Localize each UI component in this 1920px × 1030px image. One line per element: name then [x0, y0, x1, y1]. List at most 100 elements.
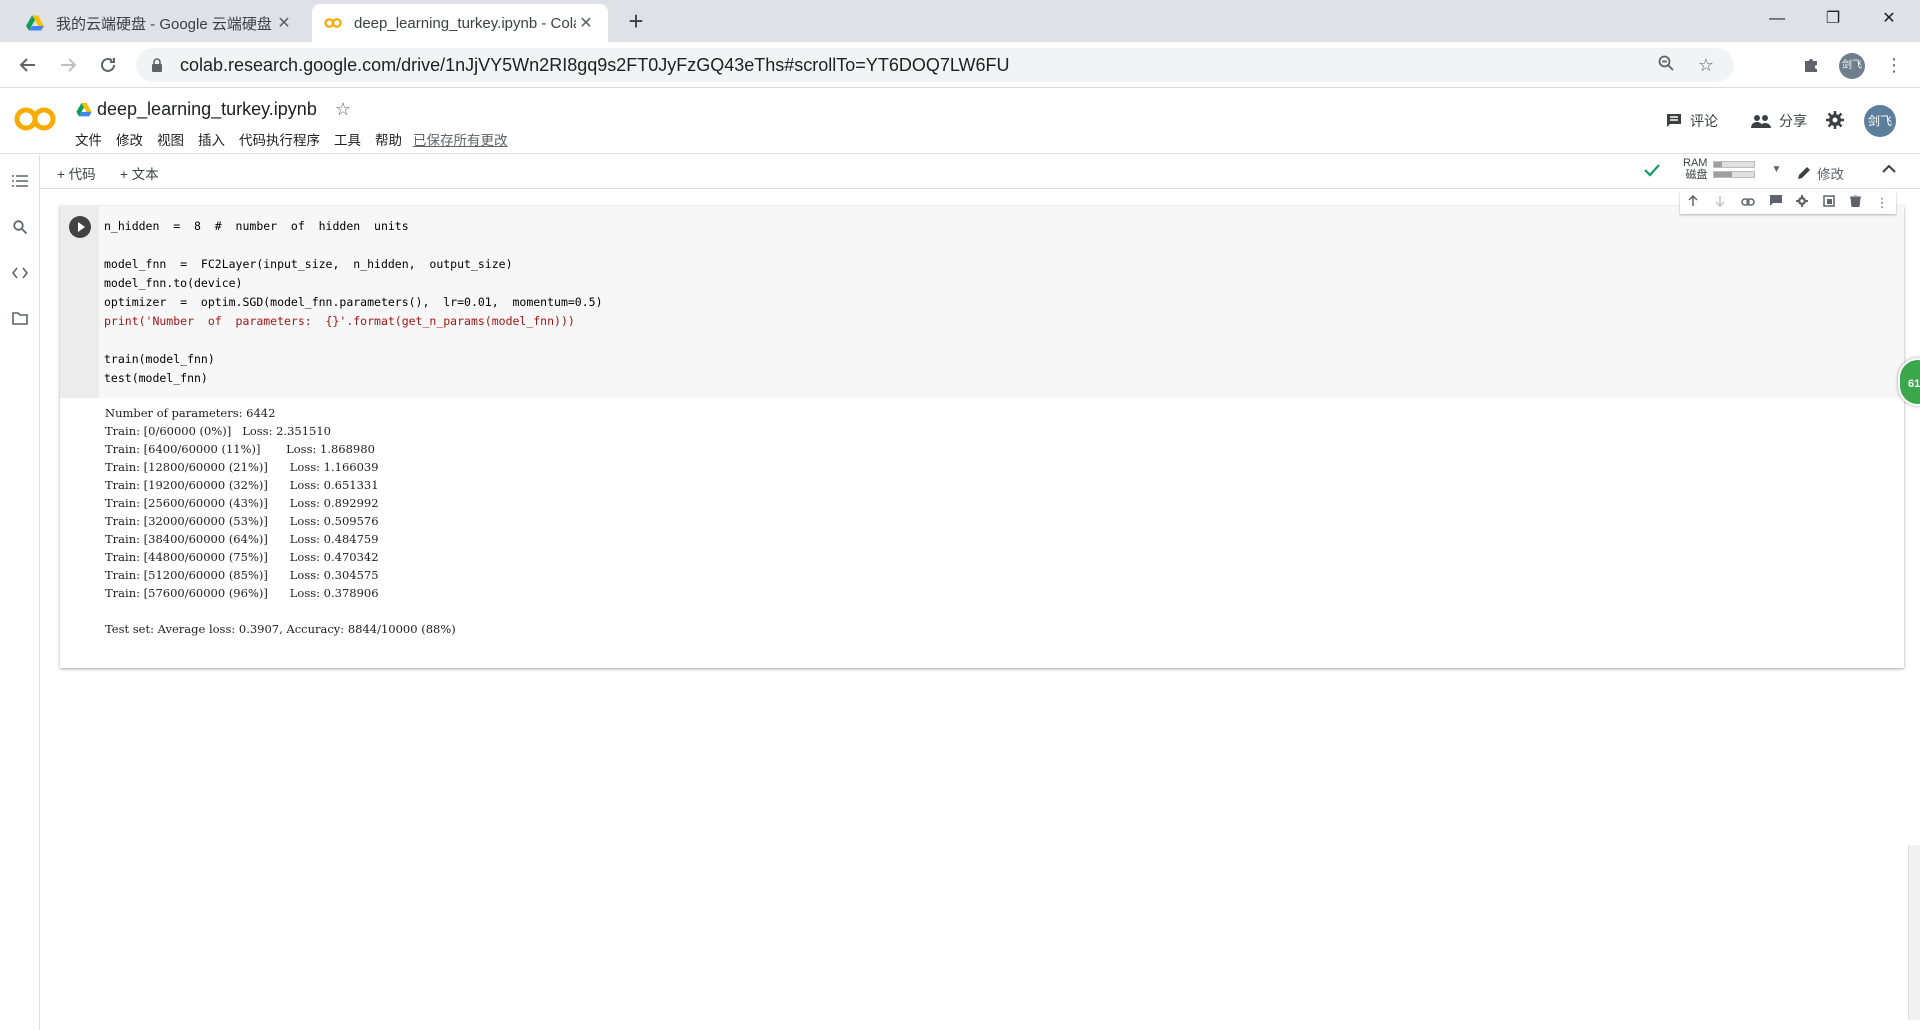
- google-drive-icon: [76, 102, 92, 116]
- code-editor[interactable]: n_hidden = 8 # number of hidden units ​ mo…: [99, 206, 1904, 398]
- reload-icon[interactable]: [94, 51, 122, 79]
- output-line: Test set: Average loss: 0.3907, Accuracy…: [105, 622, 456, 636]
- output-line: Train: [25600/60000 (43%)] Loss: 0.89299…: [105, 496, 379, 510]
- ram-label: RAM: [1683, 157, 1708, 169]
- output-line: Train: [51200/60000 (85%)] Loss: 0.30457…: [105, 568, 379, 582]
- code-line-8: train(model_fnn): [104, 352, 215, 366]
- code-line-9: test(model_fnn): [104, 371, 208, 385]
- table-of-contents-icon[interactable]: [10, 174, 30, 194]
- output-line: ​: [105, 602, 456, 620]
- menu-tools[interactable]: 工具: [329, 129, 366, 149]
- forward-arrow-icon[interactable]: [54, 51, 82, 79]
- output-line: Train: [0/60000 (0%)] Loss: 2.351510: [105, 424, 331, 438]
- google-drive-icon: [26, 15, 44, 31]
- output-line: Train: [44800/60000 (75%)] Loss: 0.47034…: [105, 550, 379, 564]
- output-line: Number of parameters: 6442: [105, 406, 276, 420]
- save-status[interactable]: 已保存所有更改: [413, 129, 508, 149]
- collapse-header-icon[interactable]: [1882, 161, 1896, 177]
- code-line: ​: [104, 331, 1904, 350]
- folder-icon[interactable]: [10, 312, 30, 332]
- pencil-icon: [1798, 167, 1810, 179]
- cell-settings-gear-icon[interactable]: [1796, 194, 1809, 212]
- code-line-6: print('Number of parameters: {}'.format(…: [104, 314, 575, 328]
- settings-gear-icon[interactable]: [1826, 111, 1844, 129]
- disk-label: 磁盘: [1685, 169, 1708, 181]
- user-avatar[interactable]: 剑飞: [1864, 105, 1896, 137]
- comment-icon: [1667, 114, 1681, 127]
- minimize-button[interactable]: —: [1754, 4, 1800, 34]
- code-line: train(model_fnn): [104, 350, 1904, 369]
- new-tab-button[interactable]: +: [622, 8, 650, 36]
- menu-bar: 文件 修改 视图 插入 代码执行程序 工具 帮助 已保存所有更改: [70, 129, 508, 149]
- code-line: n_hidden = 8 # number of hidden units: [104, 217, 1904, 236]
- search-icon[interactable]: [10, 220, 30, 240]
- output-line: Train: [6400/60000 (11%)] Loss: 1.868980: [105, 442, 375, 456]
- menu-file[interactable]: 文件: [70, 129, 107, 149]
- code-line-1: n_hidden = 8 # number of hidden units: [104, 219, 409, 233]
- tab-google-drive[interactable]: 我的云端硬盘 - Google 云端硬盘 ✕: [14, 4, 306, 42]
- browser-profile-avatar[interactable]: 剑飞: [1839, 53, 1865, 79]
- address-bar[interactable]: colab.research.google.com/drive/1nJjVY5W…: [136, 48, 1734, 82]
- back-arrow-icon[interactable]: [14, 51, 42, 79]
- restore-button[interactable]: ❐: [1810, 4, 1856, 34]
- extensions-puzzle-icon[interactable]: [1797, 51, 1825, 79]
- edit-mode-button[interactable]: 修改: [1797, 163, 1844, 183]
- zoom-icon[interactable]: [1652, 55, 1680, 76]
- connected-check-icon: [1644, 163, 1660, 182]
- disk-usage-bar: [1713, 170, 1756, 178]
- run-cell-button[interactable]: [69, 216, 91, 238]
- close-icon[interactable]: ✕: [576, 13, 596, 33]
- left-sidebar: [0, 155, 40, 1030]
- output-line: Train: [12800/60000 (21%)] Loss: 1.16603…: [105, 460, 379, 474]
- share-button[interactable]: 分享: [1751, 111, 1807, 131]
- delete-trash-icon[interactable]: [1849, 194, 1861, 212]
- tab-colab-notebook[interactable]: deep_learning_turkey.ipynb - Colaborator…: [312, 4, 608, 42]
- share-label: 分享: [1779, 113, 1807, 129]
- output-line: Train: [38400/60000 (64%)] Loss: 0.48475…: [105, 532, 379, 546]
- cell-toolbar: ⋮: [1680, 192, 1896, 214]
- add-code-button[interactable]: + 代码: [57, 163, 96, 183]
- chevron-down-icon[interactable]: ▼: [1771, 164, 1781, 175]
- disk-usage-fill: [1714, 171, 1733, 177]
- notebook-title-area: deep_learning_turkey.ipynb ☆: [76, 99, 351, 120]
- comment-icon[interactable]: [1769, 194, 1782, 212]
- people-icon: [1751, 115, 1771, 128]
- code-line: model_fnn.to(device): [104, 274, 1904, 293]
- colab-logo-icon[interactable]: [14, 105, 56, 133]
- menu-edit[interactable]: 修改: [111, 129, 148, 149]
- notebook-title[interactable]: deep_learning_turkey.ipynb: [97, 99, 317, 120]
- menu-help[interactable]: 帮助: [370, 129, 407, 149]
- mirror-cell-icon[interactable]: [1823, 194, 1835, 212]
- lock-icon: [152, 58, 162, 72]
- comment-button[interactable]: 评论: [1666, 111, 1718, 131]
- tab-title: 我的云端硬盘 - Google 云端硬盘: [56, 15, 272, 33]
- resource-monitor[interactable]: RAM 磁盘 ▼: [1683, 157, 1781, 181]
- browser-menu-icon[interactable]: ⋮: [1880, 51, 1908, 79]
- output-line: Train: [19200/60000 (32%)] Loss: 0.65133…: [105, 478, 379, 492]
- code-snippets-icon[interactable]: [10, 266, 30, 286]
- menu-insert[interactable]: 插入: [193, 129, 230, 149]
- link-icon[interactable]: [1741, 194, 1755, 212]
- code-line: ​: [104, 236, 1904, 255]
- menu-runtime[interactable]: 代码执行程序: [234, 129, 325, 149]
- play-icon: [78, 222, 85, 232]
- url-text[interactable]: colab.research.google.com/drive/1nJjVY5W…: [180, 55, 1640, 76]
- code-line: optimizer = optim.SGD(model_fnn.paramete…: [104, 293, 1904, 312]
- close-icon[interactable]: ✕: [274, 13, 294, 33]
- move-up-arrow-icon[interactable]: [1687, 194, 1699, 212]
- menu-view[interactable]: 视图: [152, 129, 189, 149]
- browser-toolbar: colab.research.google.com/drive/1nJjVY5W…: [0, 42, 1920, 88]
- ram-usage-bar: [1713, 160, 1756, 168]
- code-line: test(model_fnn): [104, 369, 1904, 388]
- page-scrollbar[interactable]: [1908, 845, 1920, 1020]
- add-text-button[interactable]: + 文本: [120, 163, 159, 183]
- star-icon[interactable]: ☆: [335, 99, 351, 120]
- bookmark-star-icon[interactable]: ☆: [1692, 55, 1720, 76]
- comment-label: 评论: [1690, 113, 1718, 129]
- more-options-icon[interactable]: ⋮: [1876, 195, 1889, 211]
- move-down-arrow-icon[interactable]: [1714, 194, 1726, 212]
- code-cell[interactable]: n_hidden = 8 # number of hidden units ​ mo…: [60, 206, 1904, 668]
- output-line: Train: [57600/60000 (96%)] Loss: 0.37890…: [105, 586, 379, 600]
- edit-label: 修改: [1817, 167, 1844, 182]
- window-close-button[interactable]: ✕: [1866, 4, 1912, 34]
